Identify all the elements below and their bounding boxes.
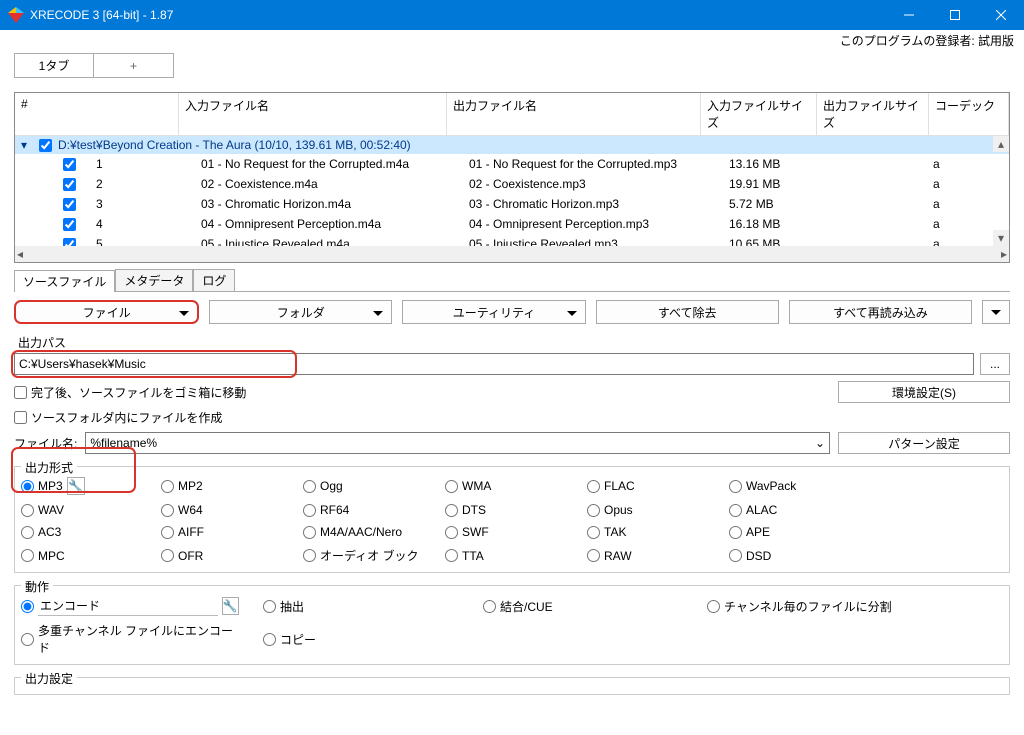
sub-tabs: ソースファイル メタデータ ログ — [14, 269, 1010, 292]
out-settings-label: 出力設定 — [21, 670, 77, 687]
file-table: # 入力ファイル名 出力ファイル名 入力ファイルサイズ 出力ファイルサイズ コー… — [14, 92, 1010, 263]
title-bar-text: XRECODE 3 [64-bit] - 1.87 — [30, 8, 886, 22]
action-split[interactable]: チャンネル毎のファイルに分割 — [707, 598, 892, 615]
row-checkbox[interactable] — [63, 178, 76, 191]
header-insize[interactable]: 入力ファイルサイズ — [701, 93, 817, 135]
header-outsize[interactable]: 出力ファイルサイズ — [817, 93, 929, 135]
table-row[interactable]: 303 - Chromatic Horizon.m4a03 - Chromati… — [15, 194, 1009, 214]
group-checkbox[interactable] — [39, 139, 52, 152]
format-mp3[interactable]: MP3🔧 — [21, 477, 161, 495]
table-header: # 入力ファイル名 出力ファイル名 入力ファイルサイズ 出力ファイルサイズ コー… — [15, 93, 1009, 136]
action-multi[interactable]: 多重チャンネル ファイルにエンコード — [21, 622, 239, 656]
action-extract[interactable]: 抽出 — [263, 598, 459, 615]
table-group-row[interactable]: ▾ D:¥test¥Beyond Creation - The Aura (10/… — [15, 136, 1009, 154]
row-checkbox[interactable] — [63, 238, 76, 247]
file-dropdown[interactable]: ファイル — [14, 300, 199, 324]
main-tab-1[interactable]: 1タブ — [14, 53, 94, 78]
browse-button[interactable]: ... — [980, 353, 1010, 375]
trash-checkbox[interactable] — [14, 386, 27, 399]
create-in-src-row[interactable]: ソースフォルダ内にファイルを作成 — [14, 409, 1010, 426]
format-settings-icon[interactable]: 🔧 — [67, 477, 85, 495]
encode-settings-icon[interactable]: 🔧 — [222, 597, 239, 615]
action-fieldset: 動作 エンコード 🔧 抽出 結合/CUE チャンネル毎のファイルに分割 多重チャ… — [14, 585, 1010, 665]
toolbar-more-button[interactable] — [982, 300, 1010, 324]
format-swf[interactable]: SWF — [445, 525, 587, 539]
env-settings-button[interactable]: 環境設定(S) — [838, 381, 1010, 403]
title-bar: XRECODE 3 [64-bit] - 1.87 — [0, 0, 1024, 30]
filename-label: ファイル名: — [14, 435, 77, 452]
registration-label: このプログラムの登録者: 試用版 — [0, 30, 1024, 49]
format-wav[interactable]: WAV — [21, 503, 161, 517]
group-label: D:¥test¥Beyond Creation - The Aura (10/1… — [58, 138, 411, 152]
tab-source[interactable]: ソースファイル — [14, 270, 115, 292]
action-join[interactable]: 結合/CUE — [483, 598, 683, 615]
remove-all-button[interactable]: すべて除去 — [596, 300, 779, 324]
format-wma[interactable]: WMA — [445, 477, 587, 495]
tab-log[interactable]: ログ — [193, 269, 235, 291]
reload-all-button[interactable]: すべて再読み込み — [789, 300, 972, 324]
scroll-up-button[interactable]: ▴ — [993, 136, 1009, 152]
format-ape[interactable]: APE — [729, 525, 871, 539]
format-mp2[interactable]: MP2 — [161, 477, 303, 495]
pattern-settings-button[interactable]: パターン設定 — [838, 432, 1010, 454]
format-rf64[interactable]: RF64 — [303, 503, 445, 517]
tab-strip: 1タブ + — [0, 49, 1024, 78]
tab-metadata[interactable]: メタデータ — [115, 269, 193, 291]
out-settings-fieldset: 出力設定 — [14, 677, 1010, 695]
format-ofr[interactable]: OFR — [161, 547, 303, 564]
action-encode[interactable]: エンコード 🔧 — [21, 596, 239, 616]
format-tta[interactable]: TTA — [445, 547, 587, 564]
row-checkbox[interactable] — [63, 198, 76, 211]
format-m4a-aac-nero[interactable]: M4A/AAC/Nero — [303, 525, 445, 539]
header-codec[interactable]: コーデック — [929, 93, 1009, 135]
format-flac[interactable]: FLAC — [587, 477, 729, 495]
format-opus[interactable]: Opus — [587, 503, 729, 517]
expand-icon[interactable]: ▾ — [21, 138, 33, 152]
format-alac[interactable]: ALAC — [729, 503, 871, 517]
close-button[interactable] — [978, 0, 1024, 30]
format-raw[interactable]: RAW — [587, 547, 729, 564]
table-row[interactable]: 101 - No Request for the Corrupted.m4a01… — [15, 154, 1009, 174]
header-output[interactable]: 出力ファイル名 — [447, 93, 701, 135]
table-row[interactable]: 202 - Coexistence.m4a02 - Coexistence.mp… — [15, 174, 1009, 194]
format-dts[interactable]: DTS — [445, 503, 587, 517]
action-copy[interactable]: コピー — [263, 631, 316, 648]
filename-combo[interactable]: %filename%⌄ — [85, 432, 830, 454]
row-checkbox[interactable] — [63, 158, 76, 171]
format-dsd[interactable]: DSD — [729, 547, 871, 564]
out-path-label: 出力パス — [14, 334, 1010, 351]
row-checkbox[interactable] — [63, 218, 76, 231]
trash-checkbox-row[interactable]: 完了後、ソースファイルをゴミ箱に移動 — [14, 384, 246, 401]
format-mpc[interactable]: MPC — [21, 547, 161, 564]
tab-add-button[interactable]: + — [94, 53, 174, 78]
create-in-src-checkbox[interactable] — [14, 411, 27, 424]
utility-dropdown[interactable]: ユーティリティ — [402, 300, 585, 324]
out-path-input[interactable] — [14, 353, 974, 375]
format-label: 出力形式 — [21, 459, 77, 476]
action-label: 動作 — [21, 578, 53, 595]
format--[interactable]: オーディオ ブック — [303, 547, 445, 564]
format-fieldset: 出力形式 MP3🔧MP2OggWMAFLACWavPackWAVW64RF64D… — [14, 466, 1010, 573]
app-icon — [8, 7, 24, 23]
table-row[interactable]: 505 - Injustice Revealed.m4a05 - Injusti… — [15, 234, 1009, 246]
format-aiff[interactable]: AIFF — [161, 525, 303, 539]
folder-dropdown[interactable]: フォルダ — [209, 300, 392, 324]
format-wavpack[interactable]: WavPack — [729, 477, 871, 495]
scroll-down-button[interactable]: ▾ — [993, 230, 1009, 246]
header-number[interactable]: # — [15, 93, 179, 135]
format-ogg[interactable]: Ogg — [303, 477, 445, 495]
hscroll[interactable]: ◂▸ — [15, 246, 1009, 262]
header-input[interactable]: 入力ファイル名 — [179, 93, 447, 135]
format-w64[interactable]: W64 — [161, 503, 303, 517]
table-row[interactable]: 404 - Omnipresent Perception.m4a04 - Omn… — [15, 214, 1009, 234]
maximize-button[interactable] — [932, 0, 978, 30]
action-encode-radio[interactable] — [21, 600, 34, 613]
format-tak[interactable]: TAK — [587, 525, 729, 539]
minimize-button[interactable] — [886, 0, 932, 30]
format-ac3[interactable]: AC3 — [21, 525, 161, 539]
